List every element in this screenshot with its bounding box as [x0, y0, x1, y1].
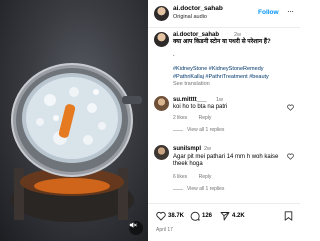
comment-text: koi ho to bta na patri	[173, 104, 228, 110]
commenter-username[interactable]: sunilsmpl	[173, 146, 201, 152]
post-date: April 17	[156, 227, 173, 233]
post-video[interactable]	[0, 0, 148, 241]
replies-divider-line	[173, 129, 183, 131]
more-options-icon[interactable]: ···	[287, 8, 294, 16]
mute-button[interactable]	[129, 221, 143, 235]
share-icon[interactable]	[220, 211, 230, 221]
comments-scroll-area[interactable]: ai.doctor_sahab 2w क्या आप किडनी स्टोन य…	[148, 29, 300, 199]
caption-hashtags[interactable]: #KidneyStone #KidneyStoneRemedy #PathriK…	[173, 66, 295, 81]
caption-username[interactable]: ai.doctor_sahab	[173, 32, 219, 38]
caption-dot: .	[173, 52, 175, 58]
follow-button[interactable]: Follow	[258, 9, 279, 16]
see-translation-link[interactable]: See translation	[173, 81, 210, 87]
commenter-avatar[interactable]	[154, 96, 169, 111]
comment-timestamp: 2w	[204, 146, 212, 152]
caption-text: क्या आप किडनी स्टोन या पथरी से परेशान है…	[173, 39, 271, 45]
like-count[interactable]: 38.7K	[168, 213, 184, 219]
replies-divider-line	[173, 188, 183, 190]
boiling-pot-image	[10, 63, 142, 222]
caption-timestamp: 2w	[234, 32, 242, 38]
view-replies-label[interactable]: View all 1 replies	[187, 127, 224, 133]
comment-text: Agar pit mei pathari 14 mm h woh kaise t…	[173, 154, 279, 167]
like-action[interactable]: 38.7K	[156, 211, 184, 221]
author-avatar[interactable]	[154, 6, 169, 21]
heart-icon[interactable]	[156, 211, 166, 221]
view-replies-link[interactable]: View all 1 replies	[173, 127, 224, 133]
heart-icon[interactable]	[287, 104, 294, 111]
commenter-avatar[interactable]	[154, 145, 169, 160]
comment-action[interactable]: 126	[190, 211, 212, 221]
comment-likes[interactable]: 2 likes	[173, 115, 187, 121]
comment-reply-button[interactable]: Reply	[199, 174, 212, 180]
post-details-panel: ai.doctor_sahab Original audio Follow ··…	[148, 0, 300, 241]
author-username[interactable]: ai.doctor_sahab	[173, 5, 223, 12]
comment-timestamp: 1w	[216, 97, 224, 103]
post-header: ai.doctor_sahab Original audio Follow ··…	[148, 0, 300, 28]
comment-reply-button[interactable]: Reply	[199, 115, 212, 121]
share-action[interactable]: 4.2K	[220, 211, 245, 221]
audio-label[interactable]: Original audio	[173, 14, 207, 20]
comment-meta: 2 likes Reply	[173, 115, 221, 121]
comment-icon[interactable]	[190, 211, 200, 221]
bookmark-icon[interactable]	[284, 211, 293, 221]
save-action[interactable]	[284, 211, 293, 221]
share-count[interactable]: 4.2K	[232, 213, 245, 219]
view-replies-link[interactable]: View all 1 replies	[173, 186, 224, 192]
post-action-bar: 38.7K 126 4.2K April 17	[148, 203, 300, 241]
speaker-muted-icon	[129, 222, 137, 228]
comment-count[interactable]: 126	[202, 213, 212, 219]
caption-avatar[interactable]	[154, 32, 169, 47]
comment-likes[interactable]: 6 likes	[173, 174, 187, 180]
heart-icon[interactable]	[287, 153, 294, 160]
commenter-username[interactable]: su.mitttt___	[173, 97, 207, 103]
view-replies-label[interactable]: View all 1 replies	[187, 186, 224, 192]
comment-meta: 6 likes Reply	[173, 174, 221, 180]
